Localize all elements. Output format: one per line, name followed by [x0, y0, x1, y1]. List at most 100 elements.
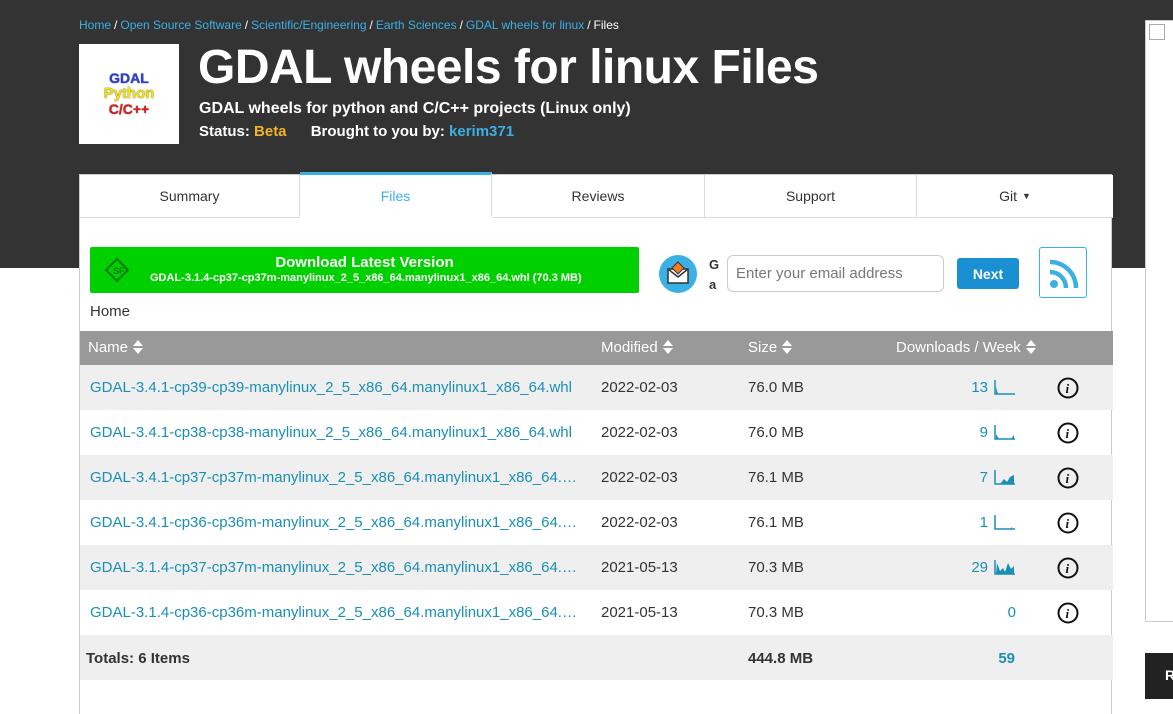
tab-files[interactable]: Files [300, 172, 492, 216]
svg-text:i: i [1066, 426, 1070, 441]
column-size[interactable]: Size [748, 339, 793, 356]
file-downloads[interactable]: 0 [1008, 604, 1016, 621]
tab-files-label: Files [380, 187, 411, 204]
file-size: 76.0 MB [748, 379, 804, 396]
table-row: GDAL-3.4.1-cp37-cp37m-manylinux_2_5_x86_… [80, 455, 1113, 500]
file-modified: 2022-02-03 [601, 469, 678, 486]
tab-summary[interactable]: Summary [80, 175, 300, 218]
folder-breadcrumb-home[interactable]: Home [90, 303, 130, 320]
rss-icon [1049, 259, 1079, 289]
totals-label: Totals: 6 Items [86, 650, 190, 667]
file-downloads[interactable]: 7 [980, 469, 988, 486]
sort-icon [133, 340, 144, 354]
tab-support-label: Support [785, 188, 836, 204]
tab-support[interactable]: Support [705, 175, 917, 218]
sort-icon [662, 340, 673, 354]
side-widget-label: R [1165, 667, 1173, 683]
file-modified: 2021-05-13 [601, 559, 678, 576]
tab-git[interactable]: Git ▼ [917, 175, 1113, 218]
file-modified: 2022-02-03 [601, 424, 678, 441]
table-row: GDAL-3.1.4-cp37-cp37m-manylinux_2_5_x86_… [80, 545, 1113, 590]
logo-line-python: Python [103, 85, 155, 103]
sparkline-icon[interactable] [994, 469, 1016, 485]
download-latest-button[interactable]: SF Download Latest Version GDAL-3.1.4-cp… [90, 247, 639, 293]
files-panel: Summary Files Reviews Support Git ▼ SF Do… [79, 172, 1113, 714]
project-subtitle: GDAL wheels for python and C/C++ project… [199, 100, 631, 117]
project-logo[interactable]: GDAL Python C/C++ [79, 44, 179, 144]
file-link[interactable]: GDAL-3.1.4-cp36-cp36m-manylinux_2_5_x86_… [90, 604, 580, 621]
mail-icon [659, 255, 697, 293]
info-icon[interactable]: i [1057, 377, 1079, 399]
file-link[interactable]: GDAL-3.1.4-cp37-cp37m-manylinux_2_5_x86_… [90, 559, 580, 576]
table-totals: Totals: 6 Items 444.8 MB 59 [80, 635, 1113, 680]
column-name-label: Name [88, 339, 129, 356]
side-ad[interactable] [1145, 20, 1173, 622]
status-badge: Beta [254, 123, 287, 140]
broken-image-icon [1149, 24, 1165, 40]
svg-text:i: i [1066, 516, 1070, 531]
file-downloads[interactable]: 1 [980, 514, 988, 531]
project-tabs: Summary Files Reviews Support Git ▼ [80, 172, 1113, 219]
tab-reviews[interactable]: Reviews [492, 175, 705, 218]
column-modified[interactable]: Modified [601, 339, 673, 356]
column-downloads-label: Downloads / Week [896, 339, 1021, 356]
file-size: 76.1 MB [748, 469, 804, 486]
sparkline-icon[interactable] [994, 424, 1016, 440]
side-widget[interactable]: R [1145, 653, 1173, 699]
tab-git-label: Git [999, 188, 1017, 204]
file-downloads[interactable]: 29 [971, 559, 988, 576]
files-table-header: Name Modified Size Downloads / Week [80, 331, 1113, 365]
info-icon[interactable]: i [1057, 557, 1079, 579]
info-icon[interactable]: i [1057, 422, 1079, 444]
logo-line-cpp: C/C++ [108, 100, 150, 117]
email-signup-text: G a [709, 255, 719, 295]
totals-size: 444.8 MB [748, 650, 814, 667]
rss-button[interactable] [1039, 247, 1087, 298]
breadcrumb-open-source-software[interactable]: Open Source Software [120, 18, 241, 32]
file-link[interactable]: GDAL-3.4.1-cp36-cp36m-manylinux_2_5_x86_… [90, 514, 580, 531]
totals-downloads[interactable]: 59 [998, 650, 1015, 667]
page-title: GDAL wheels for linux Files [198, 41, 819, 94]
info-icon[interactable]: i [1057, 512, 1079, 534]
sort-icon [782, 340, 793, 354]
tab-reviews-label: Reviews [571, 188, 625, 204]
file-modified: 2022-02-03 [601, 379, 678, 396]
email-signup-line1: G [709, 257, 720, 272]
brought-by-label: Brought to you by: [310, 123, 445, 140]
file-downloads[interactable]: 9 [980, 424, 988, 441]
author-link[interactable]: kerim371 [449, 123, 514, 140]
info-icon[interactable]: i [1057, 467, 1079, 489]
breadcrumb-earth-sciences[interactable]: Earth Sciences [376, 18, 457, 32]
breadcrumb-scientific-engineering[interactable]: Scientific/Engineering [251, 18, 366, 32]
breadcrumb: Home / Open Source Software / Scientific/Eng… [79, 18, 619, 32]
info-icon[interactable]: i [1057, 602, 1079, 624]
sparkline-icon[interactable] [994, 514, 1016, 530]
column-modified-label: Modified [601, 339, 658, 356]
file-size: 70.3 MB [748, 604, 804, 621]
logo-line-gdal: GDAL [109, 70, 149, 87]
breadcrumb-project[interactable]: GDAL wheels for linux [466, 18, 584, 32]
next-button[interactable]: Next [957, 258, 1019, 289]
column-name[interactable]: Name [88, 339, 144, 356]
breadcrumb-home[interactable]: Home [79, 18, 111, 32]
table-row: GDAL-3.4.1-cp38-cp38-manylinux_2_5_x86_6… [80, 410, 1113, 455]
file-size: 76.1 MB [748, 514, 804, 531]
email-signup-line2: a [709, 277, 717, 292]
file-link[interactable]: GDAL-3.4.1-cp37-cp37m-manylinux_2_5_x86_… [90, 469, 580, 486]
file-modified: 2021-05-13 [601, 604, 678, 621]
email-field[interactable] [727, 255, 944, 292]
file-size: 70.3 MB [748, 559, 804, 576]
file-downloads[interactable]: 13 [971, 379, 988, 396]
tab-summary-label: Summary [159, 188, 220, 204]
download-filename: GDAL-3.1.4-cp37-cp37m-manylinux_2_5_x86_… [150, 272, 582, 284]
svg-text:i: i [1066, 606, 1070, 621]
file-link[interactable]: GDAL-3.4.1-cp38-cp38-manylinux_2_5_x86_6… [90, 424, 580, 441]
sparkline-icon[interactable] [994, 379, 1016, 395]
column-downloads[interactable]: Downloads / Week [896, 339, 1036, 356]
sparkline-icon[interactable] [994, 559, 1016, 575]
breadcrumb-current: Files [593, 18, 619, 32]
svg-text:i: i [1066, 561, 1070, 576]
status-label: Status: [199, 123, 250, 140]
download-label: Download Latest Version [275, 254, 454, 271]
file-link[interactable]: GDAL-3.4.1-cp39-cp39-manylinux_2_5_x86_6… [90, 379, 580, 396]
